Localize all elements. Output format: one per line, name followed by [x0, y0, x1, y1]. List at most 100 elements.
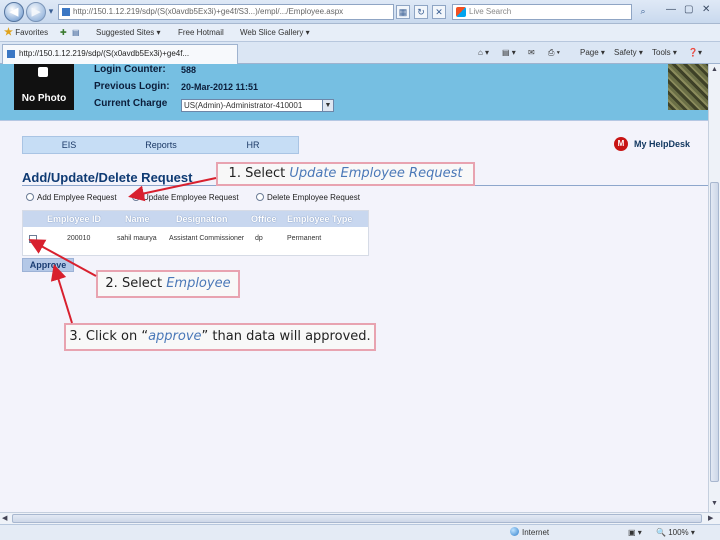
internet-zone: Internet — [510, 525, 549, 540]
col-employee-type: Employee Type — [287, 214, 353, 224]
scroll-right-icon[interactable]: ▶ — [708, 514, 713, 522]
header-divider — [0, 120, 708, 121]
current-charge-label: Current Charge — [94, 98, 168, 109]
helpdesk-label: My HelpDesk — [634, 139, 691, 149]
forward-icon[interactable]: ▶ — [26, 2, 46, 22]
search-input[interactable]: Live Search — [452, 4, 632, 20]
home-icon[interactable]: ⌂ ▾ — [478, 46, 489, 60]
main-menu: EIS Reports HR — [22, 136, 299, 154]
radio-label: Delete Employee Request — [267, 193, 360, 202]
help-menu[interactable]: ❓▾ — [688, 46, 702, 60]
tab-title: http://150.1.12.219/sdp/(S(x0avdb5Ex3i)+… — [19, 49, 190, 58]
url-input[interactable]: http://150.1.12.219/sdp/(S(x0avdb5Ex3i)+… — [58, 4, 394, 20]
stop-icon[interactable]: ✕ — [432, 5, 446, 19]
search-icon[interactable]: ⌕ — [636, 5, 650, 19]
row-checkbox[interactable] — [29, 235, 37, 243]
status-bar: Internet ▣ ▾ 🔍 100% ▾ — [0, 524, 720, 540]
my-helpdesk-link[interactable]: M My HelpDesk — [614, 137, 690, 151]
tab-page-icon — [7, 50, 15, 58]
current-charge-value: US(Admin)-Administrator-410001 — [184, 101, 303, 110]
vertical-scrollbar[interactable]: ▲ ▼ — [708, 64, 720, 512]
callout-step-2: 2. Select Employee — [96, 270, 240, 298]
col-name: Name — [125, 214, 150, 224]
col-employee-id: Employee ID — [47, 214, 102, 224]
callout-1-text: 1. Select — [228, 166, 290, 181]
refresh-icon[interactable]: ↻ — [414, 5, 428, 19]
menu-item-reports[interactable]: Reports — [115, 137, 207, 153]
radio-update-employee-request[interactable]: Update Employee Request — [132, 193, 239, 203]
fav-item-free-hotmail[interactable]: Free Hotmail — [178, 24, 224, 42]
dropdown-icon[interactable]: ▾ — [44, 5, 58, 19]
compat-view-icon[interactable]: ▦ — [396, 5, 410, 19]
radio-label: Add Emplyee Request — [37, 193, 117, 202]
horizontal-scrollbar[interactable]: ◀ ▶ — [0, 512, 720, 524]
previous-login-value: 20-Mar-2012 11:51 — [181, 82, 259, 92]
helpdesk-icon: M — [614, 137, 628, 151]
feeds-toolbar-icon[interactable]: ▤ ▾ — [502, 46, 516, 60]
horizontal-scroll-thumb[interactable] — [12, 514, 702, 523]
scroll-down-icon[interactable]: ▼ — [711, 500, 718, 507]
previous-login-label: Previous Login: — [94, 81, 170, 92]
cell-name: sahil maurya — [117, 235, 157, 242]
scroll-left-icon[interactable]: ◀ — [2, 514, 7, 522]
radio-button[interactable] — [26, 193, 34, 201]
current-charge-select[interactable]: US(Admin)-Administrator-410001 ▼ — [181, 99, 334, 112]
banner-image — [668, 64, 708, 110]
callout-3-suffix: ” than data will approved. — [201, 329, 371, 344]
tab-bar: http://150.1.12.219/sdp/(S(x0avdb5Ex3i)+… — [0, 42, 720, 64]
avatar-head-icon — [38, 67, 48, 77]
favorites-button[interactable]: ★ Favorites — [4, 24, 48, 42]
radio-label: Update Employee Request — [143, 193, 239, 202]
zoom-control[interactable]: 🔍 100% ▾ — [656, 525, 695, 540]
page-menu[interactable]: Page ▾ — [580, 46, 605, 60]
radio-button-selected[interactable] — [132, 193, 140, 201]
menu-item-eis[interactable]: EIS — [23, 137, 115, 153]
favorites-bar: ★ Favorites ✚ ▤ Suggested Sites ▾ Free H… — [0, 24, 720, 42]
radio-add-employee-request[interactable]: Add Emplyee Request — [26, 193, 117, 203]
callout-3-text: 3. Click on “ — [69, 329, 149, 344]
col-office: Office — [251, 214, 277, 224]
live-search-icon — [456, 7, 466, 17]
url-text: http://150.1.12.219/sdp/(S(x0avdb5Ex3i)+… — [73, 7, 344, 16]
menu-item-hr[interactable]: HR — [207, 137, 299, 153]
back-icon[interactable]: ◀ — [4, 2, 24, 22]
vertical-scroll-thumb[interactable] — [710, 182, 719, 482]
search-placeholder: Live Search — [469, 7, 512, 16]
radio-delete-employee-request[interactable]: Delete Employee Request — [256, 193, 360, 203]
page-icon — [62, 8, 70, 16]
login-counter-label: Login Counter: — [94, 64, 166, 75]
tools-menu[interactable]: Tools ▾ — [652, 46, 677, 60]
radio-button[interactable] — [256, 193, 264, 201]
feeds-icon[interactable]: ▤ — [72, 24, 80, 42]
minimize-icon[interactable]: — — [666, 4, 676, 15]
arrow-step-3 — [50, 264, 73, 324]
callout-2-text: 2. Select — [105, 276, 167, 291]
maximize-icon[interactable]: ▢ — [684, 4, 693, 15]
employee-table: Employee ID Name Designation Office Empl… — [22, 210, 369, 256]
callout-step-3: 3. Click on “approve” than data will app… — [64, 323, 376, 351]
address-bar: ◀ ▶ ▾ http://150.1.12.219/sdp/(S(x0avdb5… — [0, 0, 720, 24]
close-icon[interactable]: ✕ — [702, 4, 710, 15]
safety-menu[interactable]: Safety ▾ — [614, 46, 643, 60]
add-favorite-icon[interactable]: ✚ — [60, 24, 67, 42]
approve-button[interactable]: Approve — [22, 258, 74, 272]
browser-tab[interactable]: http://150.1.12.219/sdp/(S(x0avdb5Ex3i)+… — [2, 44, 238, 64]
cell-office: dp — [255, 235, 263, 242]
callout-3-emphasis: approve — [148, 329, 202, 344]
page-title: Add/Update/Delete Request — [22, 170, 193, 185]
fav-item-web-slice-gallery[interactable]: Web Slice Gallery ▾ — [240, 24, 310, 42]
cell-designation: Assistant Commissioner — [169, 235, 245, 242]
col-designation: Designation — [176, 214, 228, 224]
cell-employee-type: Permanent — [287, 235, 322, 242]
print-icon[interactable]: ⎙ ▾ — [548, 46, 560, 60]
avatar: No Photo — [14, 64, 74, 110]
scroll-up-icon[interactable]: ▲ — [711, 66, 718, 73]
chevron-down-icon: ▼ — [322, 100, 333, 111]
web-page: No Photo Login Counter: 588 Previous Log… — [0, 64, 708, 512]
mail-icon[interactable]: ✉ — [528, 46, 535, 60]
cell-employee-id: 200010 — [67, 235, 91, 242]
fav-item-suggested-sites[interactable]: Suggested Sites ▾ — [96, 24, 161, 42]
user-header: No Photo Login Counter: 588 Previous Log… — [0, 64, 708, 120]
globe-icon — [510, 527, 519, 536]
callout-2-emphasis: Employee — [166, 276, 231, 291]
